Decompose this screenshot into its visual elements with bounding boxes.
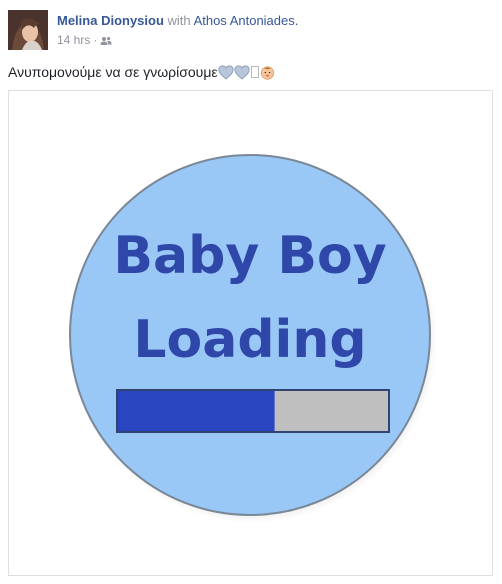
post-message: Ανυπομονούμε να σε γνωρίσουμε [8, 62, 275, 85]
post-photo[interactable]: Baby Boy Loading [8, 90, 493, 576]
baby-boy-loading-image: Baby Boy Loading [9, 91, 492, 575]
meta-separator: · [93, 33, 98, 47]
progress-fill [118, 391, 275, 431]
header-text: Melina Dionysiou with Athos Antoniades. … [57, 12, 487, 50]
post-meta: 14 hrs · [57, 32, 487, 50]
with-word: with [167, 13, 191, 28]
avatar[interactable] [8, 10, 48, 50]
post-message-text: Ανυπομονούμε να σε γνωρίσουμε [8, 64, 218, 80]
author-name[interactable]: Melina Dionysiou [57, 13, 164, 28]
baby-face-icon [260, 65, 275, 85]
image-line-2: Loading [133, 310, 366, 370]
friends-icon[interactable] [100, 34, 112, 50]
post-header: Melina Dionysiou with Athos Antoniades. … [8, 10, 494, 54]
missing-glyph-box [250, 66, 259, 78]
author-line: Melina Dionysiou with Athos Antoniades. [57, 12, 487, 30]
tagged-friend[interactable]: Athos Antoniades. [194, 13, 299, 28]
blue-heart-icon [233, 65, 250, 85]
blue-heart-icon [217, 65, 234, 85]
post-timestamp[interactable]: 14 hrs [57, 33, 90, 47]
image-line-1: Baby Boy [113, 226, 386, 286]
